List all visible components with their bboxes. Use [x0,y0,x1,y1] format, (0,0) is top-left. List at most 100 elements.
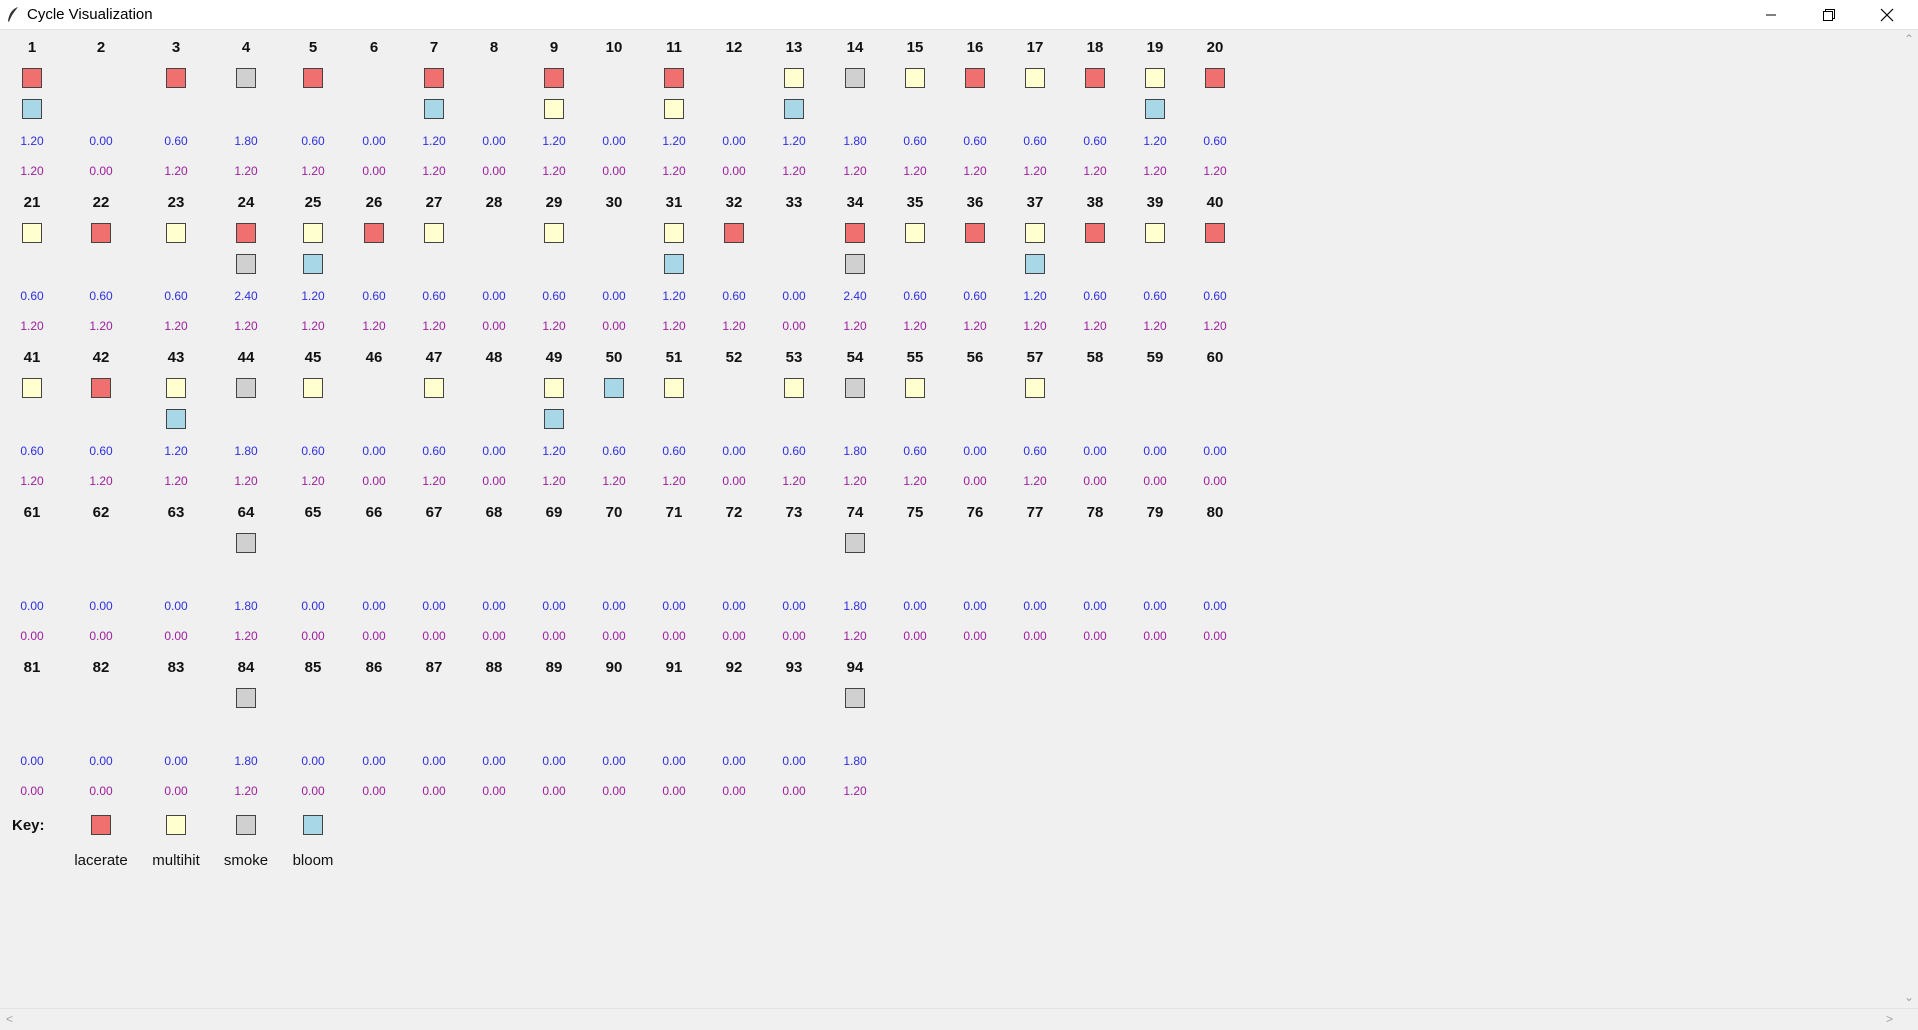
cycle-number: 7 [429,39,439,56]
cycle-value-primary: 0.00 [482,289,506,303]
cycle-value-secondary: 0.00 [422,629,446,643]
bloom-marker [166,409,186,429]
scroll-left-icon[interactable]: < [6,1012,13,1026]
cycle-value-secondary: 0.00 [482,629,506,643]
scroll-down-icon[interactable]: ⌄ [1904,990,1914,1004]
cycle-value-primary: 0.60 [1083,134,1107,148]
cycle-value-secondary: 1.20 [1023,319,1047,333]
cycle-number: 22 [92,194,110,211]
cycle-value-primary: 0.60 [1203,289,1227,303]
cycle-cell: 91 0.00 0.00 [644,650,704,805]
horizontal-scrollbar[interactable]: < > [0,1008,1918,1030]
cycle-number: 23 [167,194,185,211]
restore-button[interactable] [1800,0,1858,29]
multihit-marker [664,99,684,119]
cycle-value-secondary: 1.20 [301,319,325,333]
cycle-value-primary: 0.00 [722,754,746,768]
cycle-value-secondary: 1.20 [234,784,258,798]
bloom-marker [303,254,323,274]
scroll-up-icon[interactable]: ⌃ [1904,32,1914,46]
cycle-cell: 76 0.00 0.00 [945,495,1005,650]
cycle-value-secondary: 0.00 [722,784,746,798]
cycle-cell: 22 0.60 1.20 [71,185,131,340]
cycle-value-secondary: 1.20 [782,474,806,488]
cycle-number: 26 [365,194,383,211]
multihit-marker [905,223,925,243]
cycle-value-secondary: 1.20 [234,319,258,333]
cycle-cell: 78 0.00 0.00 [1065,495,1125,650]
cycle-number: 55 [906,349,924,366]
cycle-value-secondary: 1.20 [542,474,566,488]
close-button[interactable] [1858,0,1916,29]
cycle-value-secondary: 0.00 [301,629,325,643]
lacerate-marker [166,68,186,88]
cycle-value-secondary: 0.00 [89,164,113,178]
cycle-cell: 77 0.00 0.00 [1005,495,1065,650]
cycle-value-secondary: 1.20 [1143,319,1167,333]
bloom-swatch [303,815,323,835]
cycle-number: 74 [846,504,864,521]
cycle-cell: 13 1.20 1.20 [764,30,824,185]
lacerate-marker [22,68,42,88]
cycle-number: 67 [425,504,443,521]
cycle-cell: 89 0.00 0.00 [524,650,584,805]
cycle-value-primary: 0.60 [362,289,386,303]
cycle-value-primary: 0.60 [422,444,446,458]
cycle-cell: 60 0.00 0.00 [1185,340,1245,495]
cycle-cell: 8 0.00 0.00 [464,30,524,185]
cycle-value-secondary: 1.20 [602,474,626,488]
cycle-value-secondary: 1.20 [164,474,188,488]
cycle-value-secondary: 0.00 [1203,474,1227,488]
cycle-value-primary: 0.00 [782,599,806,613]
smoke-marker [236,533,256,553]
cycle-cell: 34 2.40 1.20 [825,185,885,340]
cycle-cell: 30 0.00 0.00 [584,185,644,340]
cycle-number: 5 [308,39,318,56]
cycle-value-secondary: 0.00 [602,164,626,178]
cycle-value-primary: 0.60 [963,289,987,303]
minimize-button[interactable] [1742,0,1800,29]
bloom-marker [784,99,804,119]
cycle-number: 34 [846,194,864,211]
cycle-number: 39 [1146,194,1164,211]
cycle-value-primary: 0.60 [963,134,987,148]
cycle-number: 28 [485,194,503,211]
smoke-marker [845,688,865,708]
key-item-label: bloom [292,852,334,869]
cycle-value-primary: 0.00 [164,599,188,613]
cycle-number: 76 [966,504,984,521]
bloom-marker [424,99,444,119]
cycle-number: 17 [1026,39,1044,56]
cycle-number: 58 [1086,349,1104,366]
cycle-value-secondary: 1.20 [1203,319,1227,333]
cycle-canvas: Key: 1 1.20 1.20 2 0.00 0.00 3 0.60 1.20 4 1.80 1.2… [0,30,1900,1008]
cycle-value-secondary: 0.00 [20,629,44,643]
vertical-scrollbar[interactable]: ⌃ ⌄ [1900,30,1918,1008]
cycle-number: 44 [237,349,255,366]
cycle-number: 24 [237,194,255,211]
cycle-value-primary: 0.60 [301,444,325,458]
cycle-value-primary: 0.60 [722,289,746,303]
cycle-number: 54 [846,349,864,366]
cycle-value-secondary: 0.00 [602,629,626,643]
key-item-multihit: multihit [136,815,216,875]
lacerate-marker [91,223,111,243]
smoke-marker [845,533,865,553]
bloom-marker [1025,254,1045,274]
cycle-value-secondary: 1.20 [20,319,44,333]
bloom-marker [604,378,624,398]
cycle-value-secondary: 0.00 [722,164,746,178]
cycle-cell: 62 0.00 0.00 [71,495,131,650]
cycle-number: 90 [605,659,623,676]
cycle-number: 92 [725,659,743,676]
cycle-cell: 43 1.20 1.20 [146,340,206,495]
cycle-value-primary: 1.20 [542,134,566,148]
cycle-value-secondary: 0.00 [20,784,44,798]
cycle-cell: 15 0.60 1.20 [885,30,945,185]
cycle-cell: 25 1.20 1.20 [283,185,343,340]
cycle-value-primary: 0.60 [301,134,325,148]
cycle-value-primary: 1.20 [782,134,806,148]
scroll-right-icon[interactable]: > [1886,1012,1893,1026]
cycle-cell: 27 0.60 1.20 [404,185,464,340]
cycle-number: 61 [23,504,41,521]
